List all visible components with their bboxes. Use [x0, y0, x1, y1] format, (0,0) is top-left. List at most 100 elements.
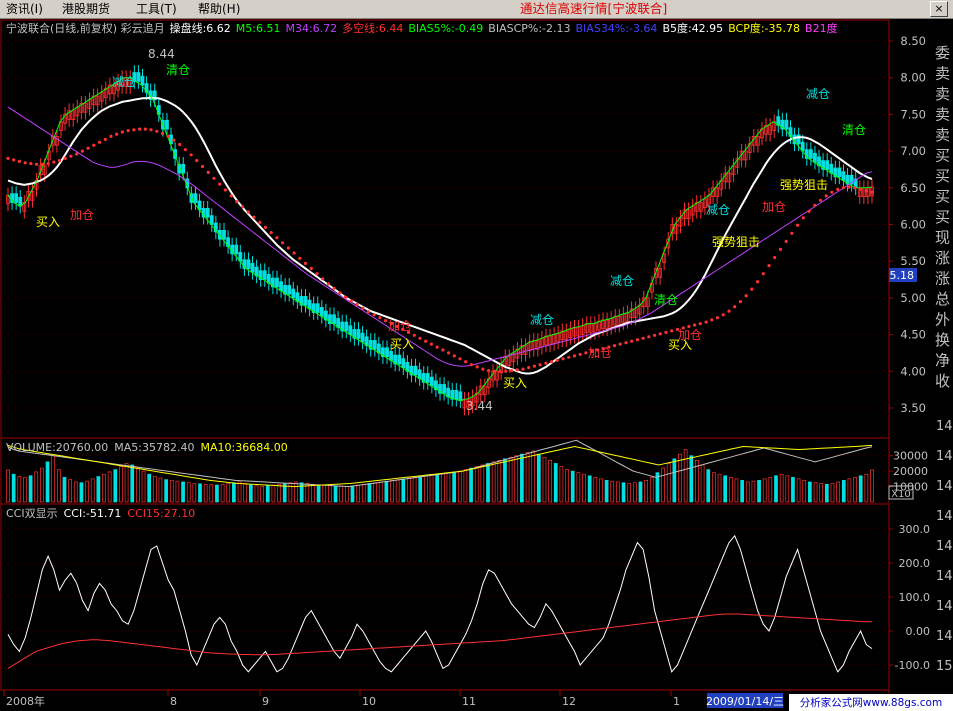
price-tick-label: 4.00: [900, 364, 926, 378]
bull-bear-dot: [853, 186, 857, 190]
bull-bear-dot: [366, 310, 371, 314]
volume-bar: [395, 479, 400, 503]
volume-bar: [836, 481, 840, 503]
volume-bar: [378, 481, 383, 503]
bull-bear-dot: [75, 152, 79, 156]
volume-bar: [333, 485, 338, 503]
bull-bear-dot: [378, 316, 382, 320]
cursor-date-label: 2009/01/14/三: [706, 695, 784, 708]
volume-bar: [587, 475, 592, 503]
volume-bar: [147, 473, 152, 503]
indicator-label: BIASCP%:-2.13: [488, 22, 570, 35]
volume-bar: [830, 483, 835, 503]
volume-bar: [260, 486, 264, 503]
candle-body: [348, 325, 353, 335]
bull-bear-dot: [29, 162, 33, 166]
volume-bar: [28, 475, 33, 503]
bull-bear-dot: [212, 176, 216, 180]
volume-bar: [390, 480, 394, 503]
chart-annotation: 减仓: [530, 313, 554, 327]
bull-bear-dot: [80, 149, 84, 153]
volume-bar: [858, 475, 863, 503]
volume-bar: [418, 476, 423, 503]
bull-bear-dot: [441, 348, 445, 352]
bull-bear-dot: [487, 369, 491, 373]
bull-bear-dot: [813, 203, 817, 207]
volume-bar: [497, 459, 502, 503]
bull-bear-dot: [578, 352, 582, 356]
volume-bar: [11, 473, 16, 503]
bull-bear-dot: [521, 367, 525, 371]
bull-bear-dot: [166, 134, 170, 138]
quote-row-label: 外: [935, 311, 950, 329]
bull-bear-dot: [326, 282, 330, 286]
stock-chart[interactable]: 8.443.44买入 加仓减仓清仓买入加仓 减仓买入加仓减仓清仓买入加仓强势狙击减仓…: [0, 0, 953, 711]
volume-bar: [508, 456, 513, 503]
volume-axis-ticks: 300002000010000: [889, 450, 928, 494]
volume-bar: [610, 480, 615, 503]
volume-bar: [164, 479, 168, 503]
volume-bar: [841, 480, 846, 503]
volume-bar: [689, 455, 694, 503]
bull-bear-dot: [372, 313, 376, 317]
candle-body: [825, 160, 830, 170]
volume-bar: [864, 473, 869, 503]
price-axis-ticks: 8.50 8.00 7.50 7.00 6.50 6.00 5.50 5.00 4.50 4.00…: [889, 34, 926, 415]
indicator-label: B21度: [805, 21, 838, 35]
bull-bear-dot: [355, 302, 359, 307]
volume-bar: [356, 484, 360, 503]
price-annotations: 8.443.44买入 加仓减仓清仓买入加仓 减仓买入加仓减仓清仓买入加仓强势狙击减仓…: [36, 47, 866, 413]
volume-bar: [536, 453, 541, 503]
bull-bear-dot: [126, 129, 130, 133]
price-tick-label: 8.50: [900, 34, 926, 48]
volume-bar: [446, 472, 451, 503]
candle-body: [413, 365, 418, 376]
bull-bear-dot: [183, 148, 187, 152]
candle-body: [14, 193, 19, 203]
volume-bar: [678, 453, 682, 503]
bull-bear-dot: [189, 153, 193, 157]
bull-bear-dot: [46, 162, 50, 166]
volume-bar: [723, 475, 728, 503]
bull-bear-dot: [504, 369, 508, 373]
bull-bear-dot: [40, 162, 44, 166]
price-tick-label: 8.00: [900, 71, 926, 85]
quote-time-label: 14: [936, 629, 953, 644]
volume-bar: [51, 455, 56, 503]
indicator-label: VOLUME:20760.00: [6, 441, 108, 454]
chart-annotation: 买入: [503, 376, 527, 390]
quote-row-label: 买: [935, 188, 950, 206]
volume-bar: [706, 469, 711, 503]
candle-body: [262, 270, 267, 280]
volume-bar: [666, 463, 671, 503]
cci-line-CCI: [7, 534, 873, 673]
bull-bear-dot: [818, 198, 823, 202]
bull-bear-dot: [309, 266, 313, 271]
volume-bar: [559, 466, 564, 503]
indicator-label: 多空线:6.44: [342, 21, 403, 35]
candle-body: [397, 354, 402, 365]
volume-bar: [525, 452, 530, 503]
volume-tick-label: 30000: [893, 450, 928, 463]
cci-tick-label: 200.0: [899, 557, 931, 570]
bull-bear-dot: [796, 223, 800, 227]
quote-time-label: 14: [936, 419, 953, 434]
volume-bar: [514, 455, 519, 503]
quote-time-label: 14: [936, 479, 953, 494]
volume-bar: [853, 476, 857, 503]
bull-bear-dot: [767, 264, 771, 268]
volume-bar: [808, 481, 812, 503]
candle-body: [234, 244, 239, 255]
quote-row-label: 卖: [935, 106, 950, 124]
date-axis-labels: 2008年 8 9 10 11 12 1: [3, 690, 680, 708]
candle-body: [442, 384, 446, 394]
bull-bear-dot: [120, 130, 124, 134]
volume-bar: [542, 456, 547, 503]
indicator-label: CCI15:27.10: [127, 507, 195, 520]
quote-row-label: 买: [935, 147, 950, 165]
candle-body: [425, 373, 430, 383]
bull-bear-dot: [761, 272, 765, 276]
volume-bar: [480, 464, 485, 503]
candle-body: [356, 329, 361, 339]
bull-bear-dot: [429, 342, 433, 346]
